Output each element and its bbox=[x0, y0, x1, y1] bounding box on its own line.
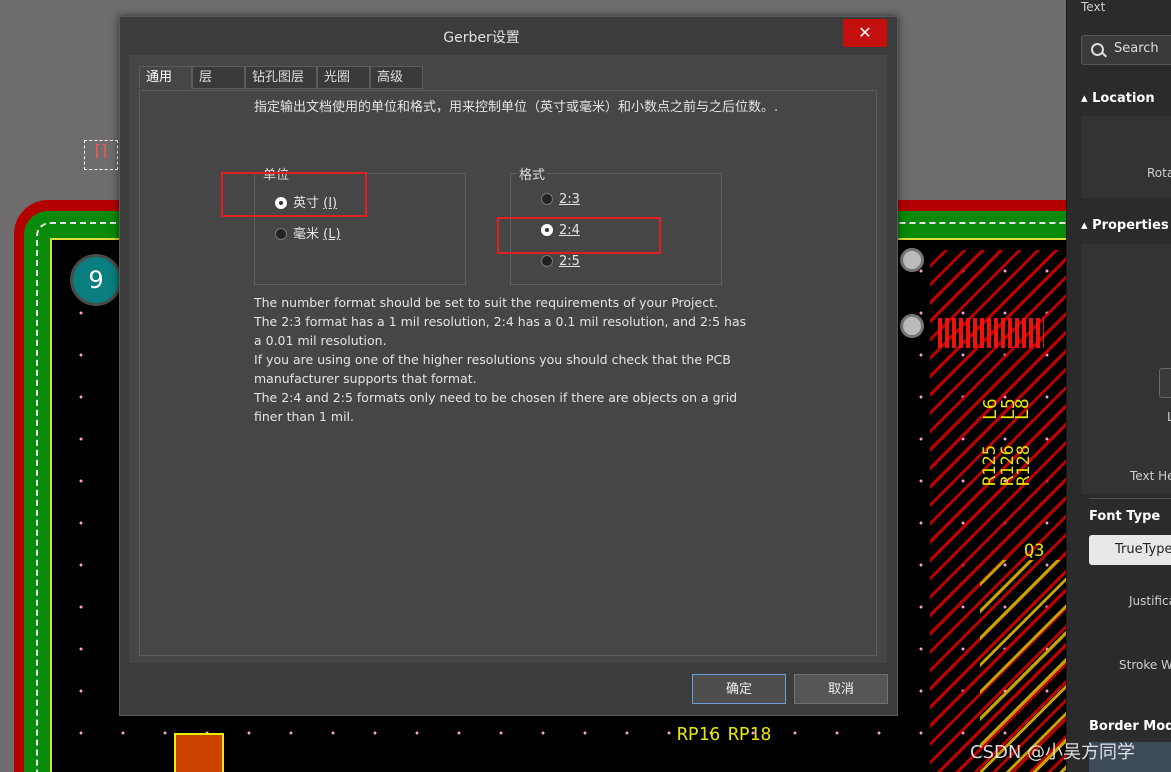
gerber-setup-dialog: Gerber设置 ✕ 通用 层 钻孔图层 光圈 高级 指定输出文档使用的单位和格… bbox=[119, 16, 898, 716]
close-button[interactable]: ✕ bbox=[843, 19, 887, 47]
dialog-titlebar[interactable]: Gerber设置 ✕ bbox=[120, 17, 897, 55]
text-input-stub[interactable] bbox=[1159, 368, 1171, 398]
tab-advanced[interactable]: 高级 bbox=[370, 66, 423, 89]
properties-panel: Text Search ▴ Location Rota ▴ Properties… bbox=[1066, 0, 1171, 772]
radio-indicator bbox=[541, 254, 553, 267]
radio-hotkey: (L) bbox=[323, 227, 341, 242]
silk-label: RP16 bbox=[677, 724, 721, 745]
truetype-button-label: TrueType bbox=[1115, 542, 1171, 557]
justification-label: Justifica bbox=[1129, 594, 1171, 608]
format-group-title: 格式 bbox=[517, 164, 548, 183]
cancel-button[interactable]: 取消 bbox=[794, 674, 888, 704]
silk-label: RP18 bbox=[728, 724, 772, 745]
connector-pads bbox=[938, 318, 1044, 348]
divider bbox=[1089, 498, 1171, 499]
panel-search-input[interactable]: Search bbox=[1081, 35, 1171, 65]
general-tab-panel: 指定输出文档使用的单位和格式，用来控制单位（英寸或毫米）和小数点之前与之后位数。… bbox=[139, 90, 877, 656]
panel-object-type: Text bbox=[1081, 0, 1106, 14]
dialog-content: 通用 层 钻孔图层 光圈 高级 指定输出文档使用的单位和格式，用来控制单位（英寸… bbox=[129, 55, 887, 663]
highlight-units bbox=[221, 172, 367, 217]
location-section bbox=[1081, 116, 1171, 198]
properties-header-label: Properties bbox=[1092, 218, 1169, 233]
info-line: The number format should be set to suit … bbox=[254, 295, 718, 310]
ok-button[interactable]: 确定 bbox=[692, 674, 786, 704]
radio-label: 毫米 bbox=[293, 227, 324, 242]
stroke-width-label: Stroke W bbox=[1119, 658, 1171, 672]
silk-label: R125 bbox=[980, 445, 1000, 486]
location-header-label: Location bbox=[1092, 91, 1155, 106]
info-line: The 2:4 and 2:5 formats only need to be … bbox=[254, 390, 738, 424]
format-2-3-radio[interactable]: 2:3 bbox=[541, 192, 580, 207]
units-mm-radio[interactable]: 毫米 (L) bbox=[275, 223, 341, 242]
close-icon: ✕ bbox=[858, 23, 872, 42]
tab-layers[interactable]: 层 bbox=[192, 66, 245, 89]
rotation-label: Rota bbox=[1147, 166, 1171, 180]
text-height-label: Text He bbox=[1130, 469, 1171, 483]
radio-label: 2:5 bbox=[559, 254, 580, 269]
radio-indicator bbox=[541, 192, 553, 205]
info-line: If you are using one of the higher resol… bbox=[254, 352, 731, 386]
highlight-format bbox=[497, 217, 661, 254]
watermark: CSDN @小吴方同学 bbox=[970, 742, 1136, 763]
via[interactable] bbox=[900, 314, 924, 338]
radio-indicator bbox=[275, 227, 287, 240]
mounting-pad[interactable]: 9 bbox=[70, 254, 122, 306]
tab-apertures[interactable]: 光圈 bbox=[317, 66, 370, 89]
description-text: 指定输出文档使用的单位和格式，用来控制单位（英寸或毫米）和小数点之前与之后位数。… bbox=[254, 100, 779, 115]
via[interactable] bbox=[900, 248, 924, 272]
dialog-title: Gerber设置 bbox=[443, 30, 520, 46]
search-icon bbox=[1091, 43, 1104, 56]
radio-label: 2:3 bbox=[559, 192, 580, 207]
format-2-5-radio[interactable]: 2:5 bbox=[541, 254, 580, 269]
location-section-header[interactable]: ▴ Location bbox=[1081, 91, 1155, 106]
silk-label: L8 bbox=[1012, 398, 1033, 420]
search-placeholder: Search bbox=[1114, 41, 1159, 56]
silk-label: R128 bbox=[1014, 445, 1034, 486]
tab-general[interactable]: 通用 bbox=[139, 66, 192, 89]
component-footprint[interactable] bbox=[174, 733, 224, 772]
info-line: The 2:3 format has a 1 mil resolution, 2… bbox=[254, 314, 747, 348]
l-label: L bbox=[1167, 410, 1171, 424]
tab-drill-drawing[interactable]: 钻孔图层 bbox=[245, 66, 317, 89]
format-info-text: The number format should be set to suit … bbox=[254, 293, 749, 426]
properties-section bbox=[1081, 244, 1171, 494]
border-mode-header: Border Mode bbox=[1089, 719, 1171, 734]
silk-label: Q3 bbox=[1024, 541, 1045, 561]
font-type-header: Font Type bbox=[1089, 509, 1161, 524]
properties-section-header[interactable]: ▴ Properties bbox=[1081, 218, 1169, 233]
selected-silk-object[interactable]: ⌈⌉ bbox=[84, 140, 118, 170]
truetype-button[interactable]: TrueType bbox=[1089, 535, 1171, 565]
